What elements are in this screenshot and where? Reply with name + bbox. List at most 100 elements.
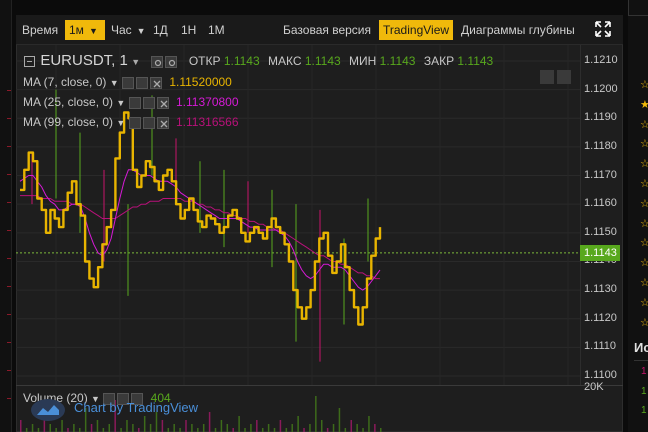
volume-bar [185, 420, 187, 432]
volume-bar [368, 416, 370, 432]
favorite-star-icon[interactable]: ☆ [640, 179, 648, 190]
price-axis[interactable] [580, 45, 622, 385]
interval-1m-button[interactable]: 1М [204, 20, 229, 40]
depth-charts-button[interactable]: Диаграммы глубины [457, 20, 579, 40]
edge-tick [7, 398, 11, 399]
gear-icon[interactable] [142, 116, 155, 129]
chevron-down-icon[interactable]: ▼ [131, 57, 140, 67]
volume-bar [208, 412, 211, 432]
volume-bar [179, 428, 181, 432]
volume-bar [138, 428, 140, 432]
volume-bar [67, 428, 69, 432]
scale-button[interactable] [540, 70, 554, 84]
settings-gear-icon[interactable] [165, 55, 178, 68]
scale-buttons [540, 70, 574, 89]
chevron-down-icon[interactable]: ▼ [116, 118, 125, 128]
price-tick-label: 1.1150 [584, 225, 617, 238]
edge-tick [7, 342, 11, 343]
favorite-star-icon[interactable]: ☆ [640, 258, 648, 269]
eye-icon[interactable] [121, 76, 134, 89]
volume-bar [149, 424, 152, 432]
close-icon[interactable] [149, 76, 162, 89]
price-tick-label: 1.1120 [584, 311, 617, 324]
favorite-star-icon[interactable]: ☆ [640, 297, 648, 309]
panel-header [628, 0, 648, 16]
gear-icon[interactable] [135, 76, 148, 89]
volume-bar [244, 428, 246, 432]
scale-button[interactable] [557, 70, 571, 84]
favorite-star-icon[interactable]: ☆ [640, 159, 648, 170]
volume-bar [197, 428, 199, 432]
volume-bar [96, 420, 99, 432]
eye-icon[interactable] [128, 96, 141, 109]
volume-bar [49, 424, 52, 432]
chevron-down-icon[interactable]: ▼ [110, 78, 119, 88]
close-value: 1.1143 [457, 54, 494, 68]
volume-bar [238, 416, 240, 432]
ma99-label[interactable]: MA (99, close, 0) [23, 115, 113, 129]
ma7-legend: MA (7, close, 0) ▼ 1.11520000 [23, 74, 232, 91]
edge-tick [7, 202, 11, 203]
volume-bar [214, 428, 217, 432]
tradingview-button[interactable]: TradingView [379, 20, 454, 40]
favorite-star-icon[interactable]: ☆ [640, 198, 648, 210]
chevron-down-icon: ▼ [88, 26, 98, 36]
close-icon[interactable] [156, 116, 169, 129]
chevron-down-icon[interactable]: ▼ [116, 98, 125, 108]
price-tick-label: 1.1100 [584, 369, 617, 381]
chart-credit-link[interactable]: Chart by TradingView [74, 400, 198, 415]
basic-version-button[interactable]: Базовая версия [279, 20, 375, 40]
edge-tick [7, 146, 11, 147]
symbol-name[interactable]: EURUSDT, 1 [40, 52, 128, 69]
volume-bar [344, 428, 347, 432]
close-icon[interactable] [156, 96, 169, 109]
favorite-star-icon[interactable]: ☆ [640, 80, 648, 91]
price-tick-label: 1.1130 [584, 283, 617, 296]
fullscreen-icon[interactable] [594, 20, 612, 38]
volume-bar [126, 420, 128, 432]
interval-selector[interactable]: 1м ▼ [65, 20, 105, 40]
volume-bar [167, 428, 170, 432]
settings-gear-icon[interactable] [151, 55, 164, 68]
volume-bar [79, 428, 81, 432]
ma25-label[interactable]: MA (25, close, 0) [23, 95, 113, 109]
favorite-star-icon[interactable]: ☆ [640, 218, 648, 230]
favorite-star-icon[interactable]: ☆ [640, 238, 648, 249]
volume-bar [291, 424, 293, 432]
interval-1w-button[interactable]: 1Н [177, 20, 200, 40]
volume-bar [120, 428, 122, 432]
collapse-icon[interactable] [24, 56, 35, 68]
price-tick-label: 1.1210 [584, 54, 618, 66]
volume-bar [297, 416, 299, 432]
price-tick-label: 1.1190 [584, 111, 617, 124]
volume-bar [202, 424, 205, 432]
volume-bar [273, 428, 276, 432]
favorite-star-icon[interactable]: ☆ [640, 119, 648, 131]
history-row: 1 [641, 405, 647, 416]
interval-1d-button[interactable]: 1Д [149, 20, 172, 40]
volume-bar [250, 424, 252, 432]
symbol-legend: EURUSDT, 1 ▼ ОТКР 1.1143 МАКС 1.1143 МИН… [24, 53, 493, 70]
ma7-label[interactable]: MA (7, close, 0) [23, 75, 106, 89]
volume-bar [220, 420, 223, 432]
volume-bar [279, 420, 282, 432]
chart-toolbar: Время 1м ▼ Час ▼ 1Д 1Н 1М Базовая версия T… [16, 15, 623, 45]
favorite-star-icon[interactable]: ☆ [640, 139, 648, 150]
gear-icon[interactable] [142, 96, 155, 109]
favorite-star-icon[interactable]: ☆ [640, 317, 648, 329]
eye-icon[interactable] [128, 116, 141, 129]
hour-selector[interactable]: Час ▼ [107, 20, 150, 40]
volume-bar [31, 424, 34, 432]
volume-bar [90, 424, 93, 432]
volume-bar [161, 420, 164, 432]
edge-tick [7, 90, 11, 91]
chevron-down-icon: ▼ [136, 26, 146, 36]
favorite-star-icon[interactable]: ☆ [640, 278, 648, 289]
pane-separator[interactable] [16, 385, 623, 386]
volume-bar [143, 416, 146, 432]
volume-bar [102, 428, 105, 432]
favorite-star-icon[interactable]: ★ [640, 99, 648, 111]
volume-bar [320, 420, 323, 432]
tradingview-logo-icon[interactable] [30, 398, 66, 422]
current-price-tag: 1.1143 [580, 244, 620, 261]
